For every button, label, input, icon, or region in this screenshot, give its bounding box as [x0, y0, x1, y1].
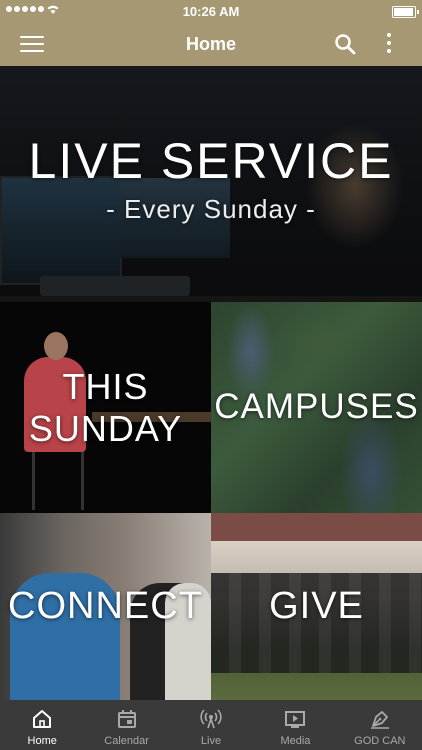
status-bar: 10:26 AM	[0, 0, 422, 24]
more-vertical-icon[interactable]	[381, 30, 397, 56]
tab-god-can[interactable]: GOD CAN	[338, 700, 422, 750]
search-icon[interactable]	[334, 33, 356, 55]
tab-calendar[interactable]: Calendar	[84, 700, 168, 750]
top-navigation-bar: Home	[0, 24, 422, 66]
tab-label: GOD CAN	[354, 735, 406, 747]
background-monitor	[0, 176, 122, 285]
live-service-subtitle: - Every Sunday -	[106, 193, 316, 224]
connect-tile[interactable]: CONNECT	[0, 513, 211, 700]
status-time: 10:26 AM	[182, 4, 240, 19]
broadcast-icon	[200, 709, 222, 729]
tab-media[interactable]: Media	[253, 700, 337, 750]
tab-live[interactable]: Live	[169, 700, 253, 750]
calendar-icon	[117, 710, 136, 728]
tab-home[interactable]: Home	[0, 700, 84, 750]
live-service-title: LIVE SERVICE	[28, 133, 394, 190]
this-sunday-label-line2: SUNDAY	[28, 407, 183, 449]
this-sunday-tile[interactable]: THIS SUNDAY	[0, 302, 211, 513]
home-icon	[33, 710, 52, 728]
bottom-tab-bar: Home Calendar Live Media GOD CAN	[0, 700, 422, 750]
campuses-tile[interactable]: CAMPUSES	[211, 302, 422, 513]
live-service-tile[interactable]: LIVE SERVICE - Every Sunday -	[0, 66, 422, 302]
campuses-label: CAMPUSES	[214, 387, 419, 427]
give-label: GIVE	[269, 584, 364, 627]
pen-nib-icon	[370, 711, 389, 729]
page-title: Home	[185, 34, 236, 54]
tab-label: Media	[280, 735, 311, 747]
background-person-head	[44, 332, 68, 360]
background-stool	[32, 452, 84, 510]
this-sunday-label-line1: THIS	[62, 366, 149, 408]
media-play-icon	[285, 711, 306, 728]
give-tile[interactable]: GIVE	[211, 513, 422, 700]
battery-icon	[392, 6, 419, 18]
tab-label: Home	[27, 735, 57, 747]
tab-label: Live	[200, 735, 222, 747]
connect-label: CONNECT	[8, 584, 203, 627]
tab-label: Calendar	[104, 735, 149, 747]
background-keyboard	[40, 276, 190, 296]
